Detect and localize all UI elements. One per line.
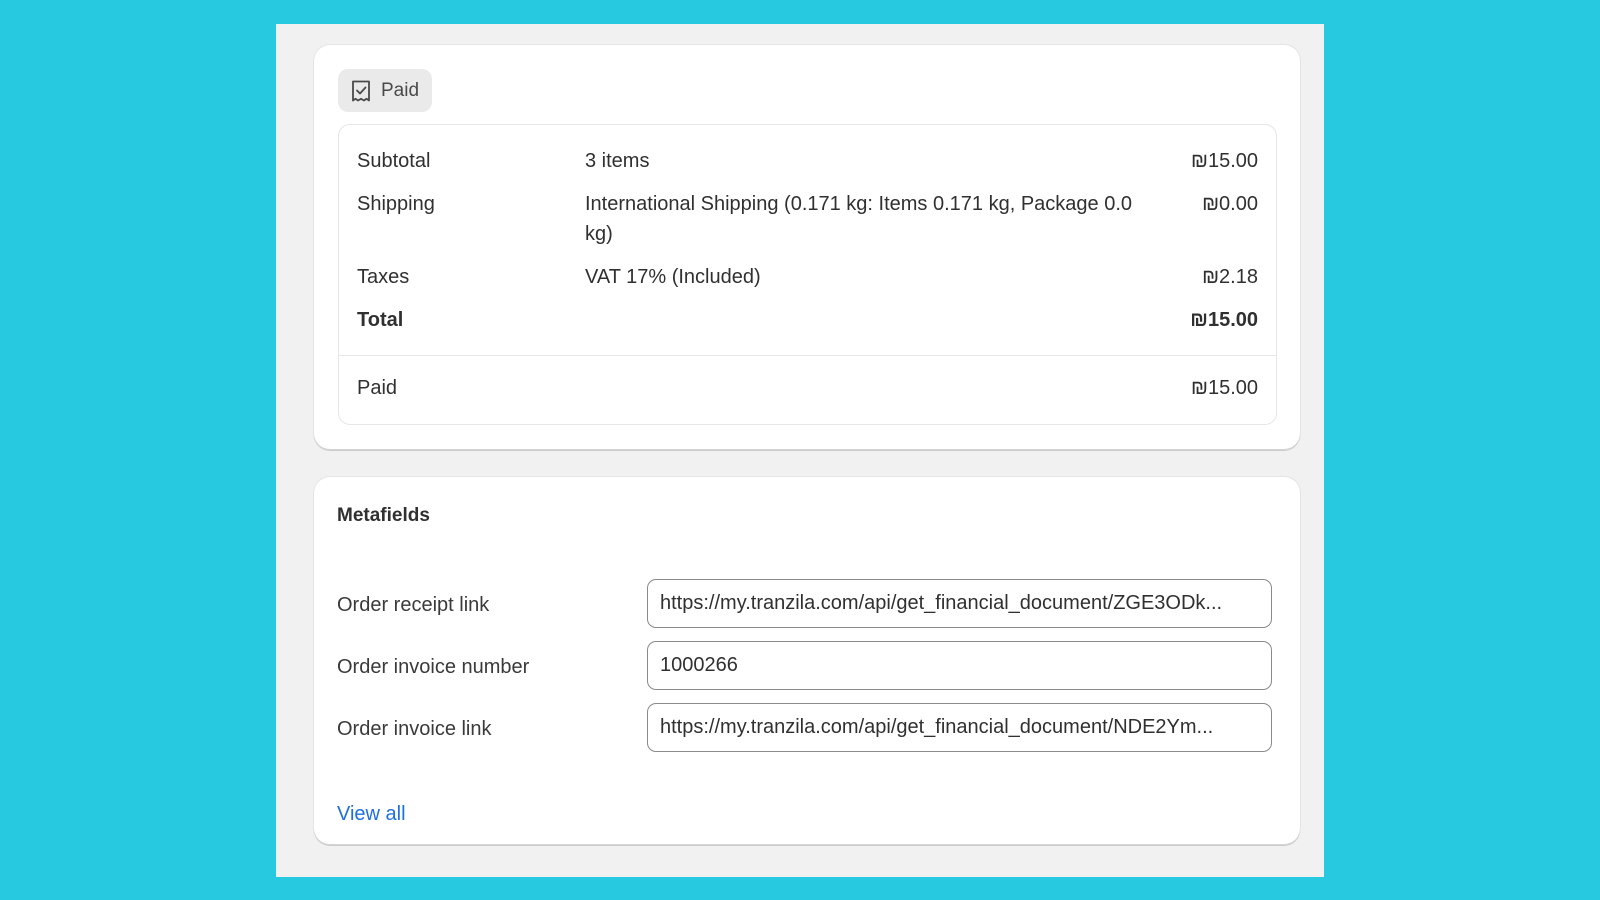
paid-status-label: Paid	[381, 79, 420, 101]
summary-row-taxes: Taxes VAT 17% (Included) ₪2.18	[339, 262, 1276, 292]
metafields-title: Metafields	[337, 505, 430, 526]
payment-summary: Subtotal 3 items ₪15.00 Shipping Interna…	[338, 124, 1277, 425]
order-invoice-number-field[interactable]: 1000266	[647, 641, 1272, 690]
order-receipt-link-field[interactable]: https://my.tranzila.com/api/get_financia…	[647, 579, 1272, 628]
paid-status-badge: Paid	[338, 69, 433, 112]
shipping-amount: ₪0.00	[1202, 193, 1258, 215]
shipping-label: Shipping	[357, 193, 435, 215]
shipping-description: International Shipping (0.171 kg: Items …	[585, 193, 1133, 245]
subtotal-description: 3 items	[585, 150, 650, 172]
summary-row-total: Total ₪15.00	[339, 305, 1276, 335]
order-invoice-link-label: Order invoice link	[337, 718, 492, 740]
order-panel: Paid Subtotal 3 items ₪15.00 Shipping In…	[276, 24, 1324, 877]
order-invoice-link-field[interactable]: https://my.tranzila.com/api/get_financia…	[647, 703, 1272, 752]
order-receipt-link-label: Order receipt link	[337, 594, 490, 616]
summary-divider	[339, 355, 1276, 356]
paid-label: Paid	[357, 377, 398, 399]
subtotal-amount: ₪15.00	[1190, 150, 1258, 172]
paid-amount: ₪15.00	[1190, 377, 1258, 399]
receipt-check-icon	[350, 79, 372, 103]
view-all-link[interactable]: View all	[337, 803, 406, 826]
total-label: Total	[357, 309, 404, 331]
metafields-card: Metafields Order receipt link https://my…	[314, 477, 1300, 845]
summary-row-shipping: Shipping International Shipping (0.171 k…	[339, 189, 1276, 249]
taxes-amount: ₪2.18	[1202, 266, 1258, 288]
subtotal-label: Subtotal	[357, 150, 431, 172]
total-amount: ₪15.00	[1190, 309, 1258, 331]
taxes-description: VAT 17% (Included)	[585, 266, 761, 288]
summary-row-subtotal: Subtotal 3 items ₪15.00	[339, 146, 1276, 176]
payment-card: Paid Subtotal 3 items ₪15.00 Shipping In…	[314, 45, 1300, 450]
order-invoice-number-label: Order invoice number	[337, 656, 530, 678]
taxes-label: Taxes	[357, 266, 410, 288]
summary-row-paid: Paid ₪15.00	[339, 373, 1276, 403]
